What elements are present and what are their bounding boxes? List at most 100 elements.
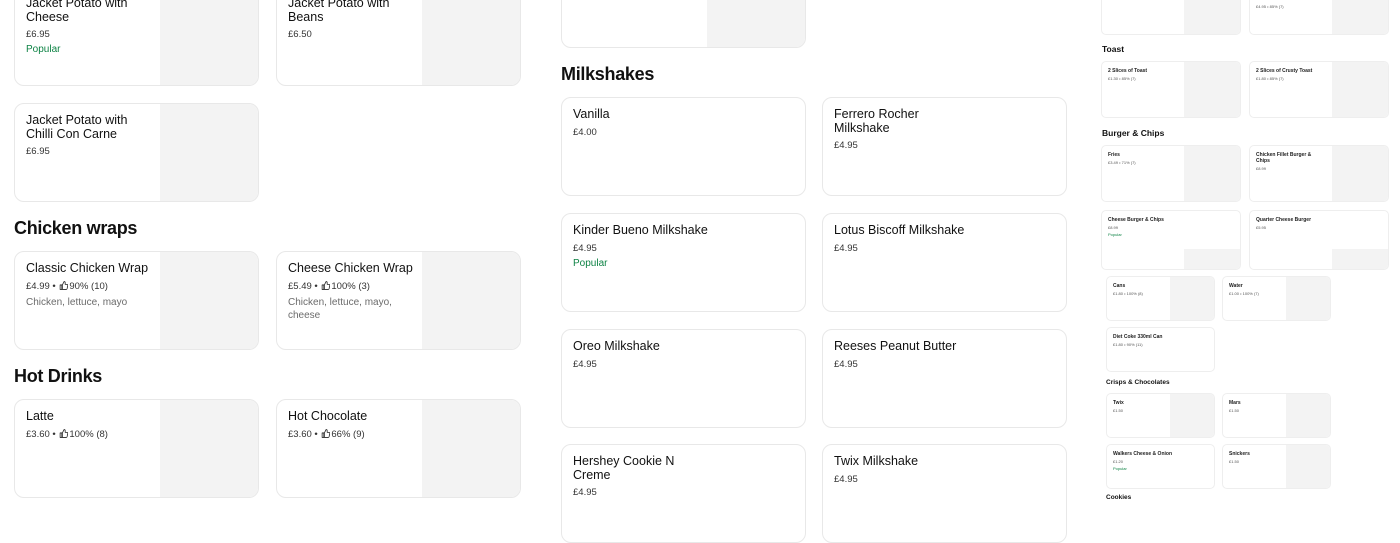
menu-item-card[interactable]: Lotus Biscoff Milkshake £4.95	[822, 213, 1067, 312]
item-name: Walkers Cheese & Onion	[1113, 451, 1172, 457]
menu-item-card[interactable]: Fries £3.49 • 71% (7)	[1101, 145, 1241, 202]
menu-item-card[interactable]: Mars £1.50	[1222, 393, 1331, 438]
menu-item-card[interactable]: Snickers £1.50	[1222, 444, 1331, 489]
item-rating: 100% (3)	[331, 280, 370, 292]
menu-item-card[interactable]: £4.95 • 85% (7)	[1249, 0, 1389, 35]
menu-item-card[interactable]: Jacket Potato with Beans £6.50	[276, 0, 521, 86]
menu-item-card[interactable]: Water £1.00 • 100% (7)	[1222, 276, 1331, 321]
item-image	[160, 400, 258, 497]
item-meta: £8.99	[1108, 225, 1119, 230]
item-meta: £5.95	[1256, 225, 1267, 230]
item-price: £5.49	[288, 280, 312, 292]
item-meta: £3.60 • 100% (8)	[26, 428, 108, 440]
menu-item-card[interactable]	[1101, 0, 1241, 35]
item-image	[1184, 146, 1240, 201]
item-name: 2 Slices of Crusty Toast	[1256, 68, 1313, 74]
item-meta: £3.49 • 71% (7)	[1108, 160, 1136, 165]
popular-badge: Popular	[573, 257, 608, 269]
item-price: £4.95	[834, 140, 858, 151]
menu-item-card[interactable]: Reeses Peanut Butter £4.95	[822, 329, 1067, 428]
item-image	[1286, 394, 1330, 437]
popular-badge: Popular	[1113, 466, 1127, 471]
item-description: Chicken, lettuce, mayo, cheese	[288, 296, 392, 321]
section-title: Toast	[1102, 44, 1125, 54]
menu-item-card[interactable]: Jacket Potato with Cheese £6.95 Popular	[14, 0, 259, 86]
menu-item-card[interactable]: Chicken Fillet Burger & Chips £8.99	[1249, 145, 1389, 202]
item-image	[1184, 62, 1240, 117]
item-name: Latte	[26, 409, 54, 423]
item-rating: 66% (9)	[331, 428, 365, 440]
item-price: £6.50	[288, 29, 312, 40]
item-image	[1170, 277, 1214, 320]
item-name: Lotus Biscoff Milkshake	[834, 223, 965, 237]
menu-item-card[interactable]: Oreo Milkshake £4.95	[561, 329, 806, 428]
item-price: £4.00	[573, 126, 597, 138]
menu-item-card[interactable]: Diet Coke 330ml Can £1.80 • 90% (11)	[1106, 327, 1215, 372]
item-image	[1332, 146, 1388, 201]
menu-item-card[interactable]: 2 Slices of Crusty Toast £1.80 • 85% (7)	[1249, 61, 1389, 118]
menu-item-card[interactable]: Kinder Bueno Milkshake £4.95 Popular	[561, 213, 806, 312]
item-name: Snickers	[1229, 451, 1250, 457]
item-name: Cans	[1113, 283, 1126, 289]
item-name: Ferrero Rocher Milkshake	[834, 107, 919, 135]
item-name: Diet Coke 330ml Can	[1113, 334, 1163, 340]
item-image	[422, 400, 520, 497]
menu-item-card[interactable]: Vanilla £4.00	[561, 97, 806, 196]
item-meta: £4.99 • 90% (10)	[26, 280, 108, 292]
item-name: Vanilla	[573, 107, 610, 121]
item-price: £4.95	[834, 473, 858, 485]
menu-item-card[interactable]: Classic Chicken Wrap £4.99 • 90% (10) Ch…	[14, 251, 259, 350]
item-name: Fries	[1108, 152, 1120, 158]
item-name: Mars	[1229, 400, 1241, 406]
menu-item-card[interactable]	[561, 0, 806, 48]
item-image	[160, 252, 258, 349]
menu-item-card[interactable]: Twix Milkshake £4.95	[822, 444, 1067, 543]
item-meta: £3.60 • 66% (9)	[288, 428, 365, 440]
menu-item-card[interactable]: 2 Slices of Toast £1.30 • 85% (7)	[1101, 61, 1241, 118]
item-image	[1332, 249, 1388, 269]
item-image	[160, 0, 258, 85]
item-name: Quarter Cheese Burger	[1256, 217, 1312, 223]
item-price: £3.60	[288, 428, 312, 440]
menu-item-card[interactable]: Walkers Cheese & Onion £1.20 Popular	[1106, 444, 1215, 489]
item-meta: £1.50	[1113, 408, 1124, 413]
item-image	[707, 0, 805, 47]
item-name: Reeses Peanut Butter	[834, 339, 957, 353]
section-title: Chicken wraps	[14, 218, 138, 238]
thumbs-up-icon	[321, 281, 330, 290]
item-image	[1286, 445, 1330, 488]
popular-badge: Popular	[26, 44, 61, 55]
menu-item-card[interactable]: Cans £1.80 • 100% (8)	[1106, 276, 1215, 321]
menu-item-card[interactable]: Cheese Burger & Chips £8.99 Popular	[1101, 210, 1241, 270]
menu-item-card[interactable]: Hershey Cookie N Creme £4.95	[561, 444, 806, 543]
item-name: Jacket Potato with Beans	[288, 0, 390, 24]
item-name: Twix Milkshake	[834, 454, 919, 468]
item-price: £4.99	[26, 280, 50, 292]
menu-item-card[interactable]: Cheese Chicken Wrap £5.49 • 100% (3) Chi…	[276, 251, 521, 350]
item-name: Water	[1229, 283, 1243, 289]
popular-badge: Popular	[1108, 232, 1122, 237]
item-image	[160, 104, 258, 201]
item-meta: £1.80 • 85% (7)	[1256, 76, 1284, 81]
item-meta: £1.30 • 85% (7)	[1108, 76, 1136, 81]
item-image	[1332, 62, 1388, 117]
item-meta: £1.50	[1229, 408, 1240, 413]
item-image	[422, 252, 520, 349]
menu-item-card[interactable]: Jacket Potato with Chilli Con Carne £6.9…	[14, 103, 259, 202]
menu-item-card[interactable]: Hot Chocolate £3.60 • 66% (9)	[276, 399, 521, 498]
menu-item-card[interactable]: Ferrero Rocher Milkshake £4.95	[822, 97, 1067, 196]
thumbs-up-icon	[59, 281, 68, 290]
menu-item-card[interactable]: Quarter Cheese Burger £5.95	[1249, 210, 1389, 270]
item-image	[1286, 277, 1330, 320]
section-title: Hot Drinks	[14, 366, 103, 386]
section-title: Burger & Chips	[1102, 128, 1165, 138]
menu-item-card[interactable]: Latte £3.60 • 100% (8)	[14, 399, 259, 498]
item-description: Chicken, lettuce, mayo	[26, 296, 128, 308]
item-meta: £1.80 • 100% (8)	[1113, 291, 1143, 296]
menu-item-card[interactable]: Twix £1.50	[1106, 393, 1215, 438]
section-title: Crisps & Chocolates	[1106, 379, 1170, 386]
thumbs-up-icon	[59, 429, 68, 438]
item-meta: £1.20	[1113, 459, 1124, 464]
item-image	[1332, 0, 1388, 34]
item-name: Classic Chicken Wrap	[26, 261, 149, 275]
